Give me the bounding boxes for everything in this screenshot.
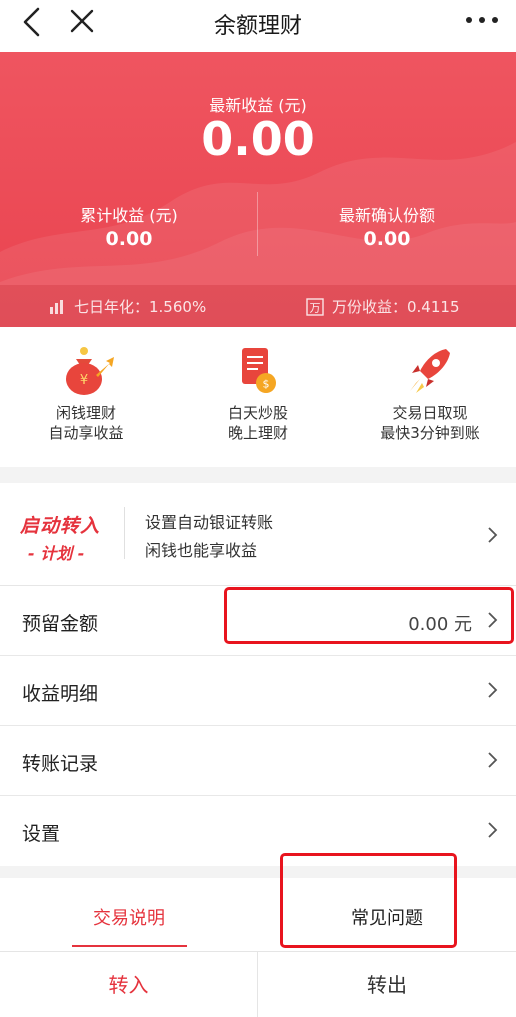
chevron-right-icon <box>488 682 498 698</box>
feature-highlights: ¥ 闲钱理财 自动享收益 $ 白天炒股 晚上理财 交易日取现 最快3分钟到账 <box>0 327 516 467</box>
confirmed-shares-label: 最新确认份额 <box>338 206 435 225</box>
auto-transfer-text-line1: 设置自动银证转账 <box>145 513 274 532</box>
transfer-record-label: 转账记录 <box>22 753 99 775</box>
settings-label: 设置 <box>22 823 61 845</box>
section-gap <box>0 866 516 878</box>
transfer-out-button[interactable]: 转出 <box>258 952 516 1017</box>
per-10k-income-text: 万份收益：0.4115 <box>332 298 460 316</box>
cumulative-income: 累计收益 (元) 0.00 <box>0 202 258 250</box>
feature-idle-money: ¥ 闲钱理财 自动享收益 <box>0 345 172 443</box>
svg-text:$: $ <box>263 378 270 391</box>
auto-transfer-plan-row[interactable]: 启动转入 - 计划 - 设置自动银证转账 闲钱也能享收益 <box>0 483 516 586</box>
earnings-summary-card: 最新收益 (元) 0.00 累计收益 (元) 0.00 最新确认份额 0.00 … <box>0 52 516 327</box>
auto-transfer-logo-line2: - 计划 - <box>28 544 85 563</box>
chevron-right-icon <box>488 752 498 768</box>
auto-transfer-logo: 启动转入 - 计划 - <box>20 511 112 564</box>
more-icon[interactable] <box>464 10 500 30</box>
per-10k-income: 万 万份收益：0.4115 <box>306 296 460 317</box>
money-bag-icon: ¥ <box>66 347 114 395</box>
latest-income-value: 0.00 <box>201 112 315 166</box>
reserve-amount-row[interactable]: 预留金额 0.00 元 <box>0 586 516 656</box>
transfer-in-button[interactable]: 转入 <box>0 952 258 1017</box>
yield-info-bar: 七日年化：1.560% 万 万份收益：0.4115 <box>0 285 516 327</box>
section-gap <box>0 467 516 483</box>
reserve-amount-value: 0.00 元 <box>408 614 472 635</box>
active-tab-indicator <box>72 945 187 947</box>
feature-line2: 自动享收益 <box>48 424 124 442</box>
settings-row[interactable]: 设置 <box>0 796 516 866</box>
wan-unit-icon-text: 万 <box>310 301 321 314</box>
seven-day-yield-text: 七日年化：1.560% <box>74 298 207 316</box>
feature-fast-withdraw: 交易日取现 最快3分钟到账 <box>344 345 516 443</box>
rocket-icon <box>410 349 450 393</box>
chevron-right-icon <box>488 612 498 628</box>
feature-line1: 白天炒股 <box>227 404 288 422</box>
cumulative-income-value: 0.00 <box>105 228 153 250</box>
chevron-right-icon <box>488 527 498 543</box>
income-detail-row[interactable]: 收益明细 <box>0 656 516 726</box>
auto-transfer-text-line2: 闲钱也能享收益 <box>145 541 258 560</box>
chevron-right-icon <box>488 822 498 838</box>
feature-line2: 晚上理财 <box>227 424 288 442</box>
feature-line1: 交易日取现 <box>392 404 468 422</box>
confirmed-shares: 最新确认份额 0.00 <box>258 202 516 250</box>
confirmed-shares-value: 0.00 <box>363 228 411 250</box>
feature-stock-daytime: $ 白天炒股 晚上理财 <box>172 345 344 443</box>
auto-transfer-separator <box>124 507 125 559</box>
income-detail-label: 收益明细 <box>22 683 99 705</box>
cumulative-income-label: 累计收益 (元) <box>80 206 178 225</box>
wan-unit-icon: 万 <box>306 297 324 316</box>
seven-day-yield: 七日年化：1.560% <box>48 296 206 317</box>
svg-text:¥: ¥ <box>80 373 88 388</box>
transfer-record-row[interactable]: 转账记录 <box>0 726 516 796</box>
auto-transfer-description: 设置自动银证转账 闲钱也能享收益 <box>145 509 273 565</box>
feature-line1: 闲钱理财 <box>55 404 116 422</box>
reserve-amount-label: 预留金额 <box>22 613 99 635</box>
tab-faq[interactable]: 常见问题 <box>258 904 516 930</box>
document-coin-icon: $ <box>242 348 276 393</box>
top-nav-bar: 余额理财 <box>0 0 516 44</box>
bar-chart-icon <box>50 299 63 314</box>
info-tabs: 交易说明 常见问题 <box>0 878 516 950</box>
auto-transfer-logo-line1: 启动转入 <box>20 515 101 537</box>
tab-trade-info[interactable]: 交易说明 <box>0 904 258 930</box>
feature-line2: 最快3分钟到账 <box>380 424 480 442</box>
page-title: 余额理财 <box>213 14 302 39</box>
bottom-action-bar: 转入 转出 <box>0 951 516 1017</box>
